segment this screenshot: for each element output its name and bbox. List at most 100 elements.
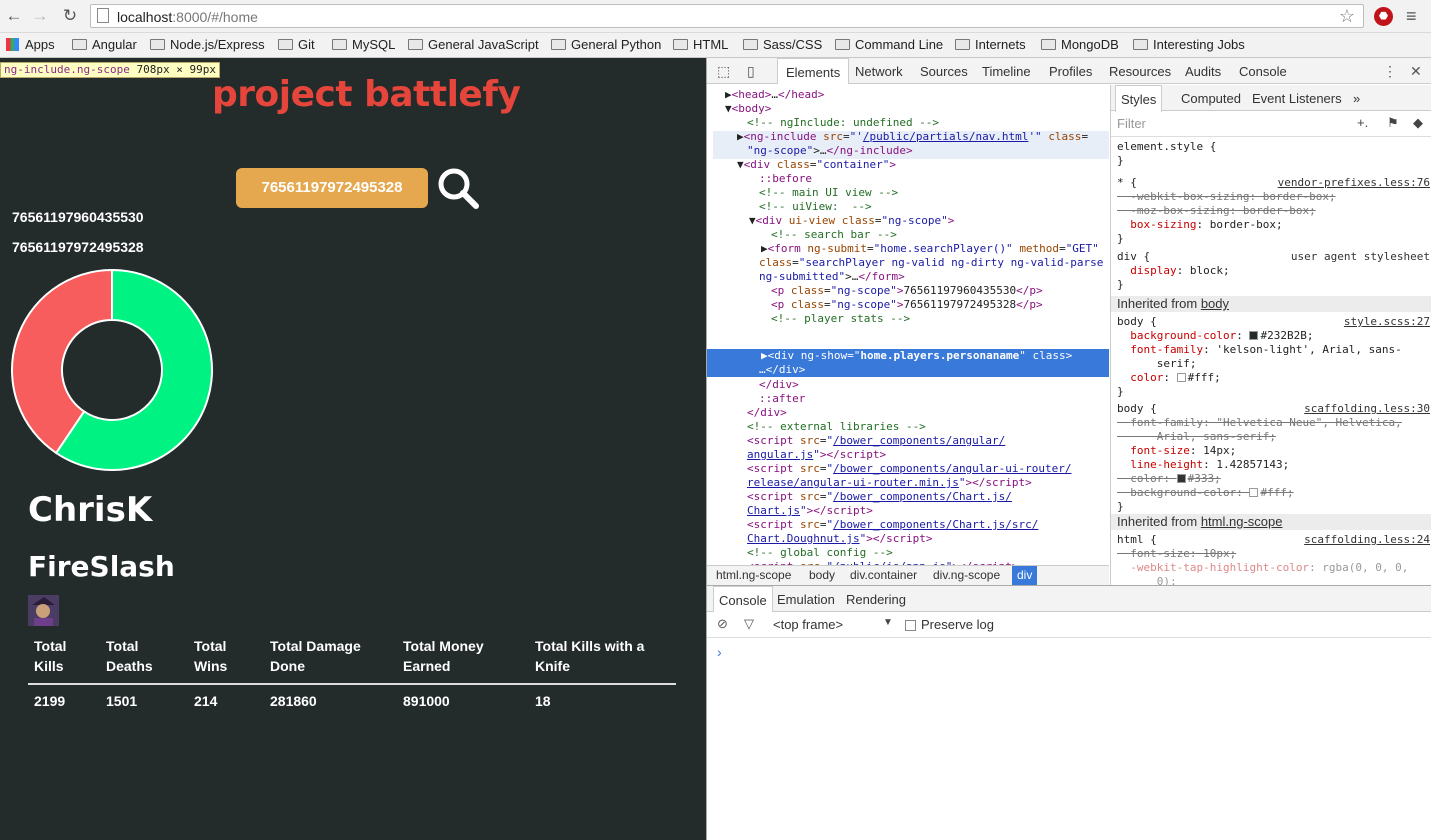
folder-icon [673, 39, 688, 50]
inspect-icon[interactable]: ⬚ [717, 63, 730, 80]
frame-select[interactable]: <top frame> [773, 617, 843, 632]
bookmark-item[interactable]: HTML [673, 37, 728, 55]
search-icon[interactable] [436, 166, 480, 210]
table-cell: 214 [194, 693, 218, 709]
stats-table: Total Kills Total Deaths Total Wins Total D… [28, 636, 676, 717]
breadcrumb-item[interactable]: body [809, 568, 835, 582]
table-cell: 281860 [270, 693, 317, 709]
bookmark-item[interactable]: General Python [551, 37, 661, 55]
elements-tree[interactable]: ▶<head>…</head> ▼<body> <!-- ngInclude: … [707, 85, 1109, 571]
tab-sources[interactable]: Sources [920, 64, 968, 79]
player-name: ChrisK [28, 490, 153, 530]
apps-icon [6, 38, 19, 51]
console-drawer: Console Emulation Rendering ⊘ ▽ <top fra… [707, 585, 1431, 840]
column-header: Total Kills with a Knife [529, 636, 676, 685]
tab-audits[interactable]: Audits [1185, 64, 1221, 79]
tab-event-listeners[interactable]: Event Listeners [1252, 91, 1342, 106]
extension-icon[interactable]: ⬣ [1374, 7, 1393, 26]
folder-icon [150, 39, 165, 50]
table-cell: 18 [535, 693, 551, 709]
player-name: FireSlash [28, 550, 175, 583]
styles-tabbar: Styles Computed Event Listeners » [1111, 85, 1431, 112]
bookmark-item[interactable]: MongoDB [1041, 37, 1119, 55]
bookmarks-bar: Apps Angular Node.js/Express Git MySQL G… [0, 33, 1431, 58]
column-header: Total Damage Done [264, 636, 397, 685]
table-cell: 1501 [106, 693, 138, 709]
bookmark-item[interactable]: Interesting Jobs [1133, 37, 1245, 55]
selected-node[interactable]: ▶<div ng-show="home.players.personaname"… [707, 349, 1109, 377]
preserve-log-label: Preserve log [921, 617, 994, 632]
tab-styles[interactable]: Styles [1115, 85, 1163, 112]
tab-network[interactable]: Network [855, 64, 903, 79]
folder-icon [332, 39, 347, 50]
pin-icon[interactable]: ⚑ [1387, 115, 1399, 131]
column-header: Total Money Earned [397, 636, 529, 685]
filter-input[interactable]: Filter [1117, 116, 1146, 131]
preserve-log-checkbox[interactable] [905, 620, 916, 631]
bookmark-apps[interactable]: Apps [6, 37, 55, 55]
web-page: project battlefy 76561197972495328 76561… [0, 58, 706, 840]
bookmark-item[interactable]: Command Line [835, 37, 943, 55]
tab-rendering[interactable]: Rendering [846, 592, 906, 607]
column-header: Total Kills [28, 636, 100, 685]
column-header: Total Deaths [100, 636, 188, 685]
folder-icon [835, 39, 850, 50]
table-header-row: Total Kills Total Deaths Total Wins Total D… [28, 636, 676, 685]
breadcrumb-item[interactable]: div.ng-scope [933, 568, 1000, 582]
tab-timeline[interactable]: Timeline [982, 64, 1031, 79]
reload-icon[interactable]: ↻ [60, 6, 80, 26]
devtools-panel: ⬚ ▯ Elements Network Sources Timeline Pr… [706, 58, 1431, 840]
bookmark-item[interactable]: Git [278, 37, 315, 55]
bookmark-item[interactable]: General JavaScript [408, 37, 539, 55]
tab-console-drawer[interactable]: Console [713, 586, 773, 612]
color-format-icon[interactable]: ◆ [1413, 115, 1423, 131]
address-bar[interactable]: localhost:8000/#/home ☆ [90, 4, 1364, 28]
breadcrumb-item[interactable]: div.container [850, 568, 917, 582]
folder-icon [1133, 39, 1148, 50]
tab-computed[interactable]: Computed [1181, 91, 1241, 106]
bookmark-item[interactable]: Internets [955, 37, 1026, 55]
breadcrumb-item[interactable]: html.ng-scope [716, 568, 791, 582]
brand-title[interactable]: project battlefy [212, 74, 521, 115]
clear-console-icon[interactable]: ⊘ [717, 616, 728, 632]
styles-pane: Styles Computed Event Listeners » Filter… [1110, 85, 1431, 585]
folder-icon [743, 39, 758, 50]
new-rule-icon[interactable]: +. [1357, 115, 1368, 130]
bookmark-item[interactable]: Sass/CSS [743, 37, 822, 55]
tab-console[interactable]: Console [1239, 64, 1287, 79]
menu-icon[interactable]: ≡ [1406, 6, 1417, 27]
more-icon[interactable]: ⋮ [1383, 63, 1397, 80]
folder-icon [72, 39, 87, 50]
filter-icon[interactable]: ▽ [744, 616, 754, 632]
folder-icon [278, 39, 293, 50]
browser-toolbar: ← → ↻ localhost:8000/#/home ☆ ⬣ ≡ [0, 0, 1431, 33]
device-mode-icon[interactable]: ▯ [747, 63, 755, 80]
console-toolbar: ⊘ ▽ <top frame> ▼ Preserve log [707, 612, 1431, 638]
search-input[interactable]: 76561197972495328 [236, 168, 428, 208]
bookmark-item[interactable]: Node.js/Express [150, 37, 265, 55]
url-text: localhost:8000/#/home [117, 9, 258, 25]
bookmark-star-icon[interactable]: ☆ [1339, 5, 1355, 27]
page-icon [97, 8, 109, 23]
inspect-tooltip: ng-include.ng-scope 708px × 99px [0, 62, 220, 78]
tab-resources[interactable]: Resources [1109, 64, 1171, 79]
folder-icon [408, 39, 423, 50]
table-row: 2199 1501 214 281860 891000 18 [28, 684, 676, 717]
bookmark-item[interactable]: Angular [72, 37, 137, 55]
folder-icon [551, 39, 566, 50]
bookmark-item[interactable]: MySQL [332, 37, 395, 55]
tab-elements[interactable]: Elements [777, 58, 850, 84]
drawer-tabbar: Console Emulation Rendering [707, 586, 1431, 612]
table-cell: 2199 [34, 693, 66, 709]
breadcrumb-item[interactable]: div [1012, 566, 1038, 585]
tab-profiles[interactable]: Profiles [1049, 64, 1092, 79]
styles-filter[interactable]: Filter +. ⚑ ◆ [1111, 111, 1431, 137]
tab-more[interactable]: » [1353, 91, 1360, 106]
avatar [28, 595, 59, 626]
back-icon[interactable]: ← [4, 6, 24, 26]
forward-icon[interactable]: → [30, 6, 50, 26]
chevron-down-icon[interactable]: ▼ [883, 617, 893, 628]
close-icon[interactable]: ✕ [1410, 63, 1422, 80]
console-prompt[interactable]: › [717, 644, 722, 660]
tab-emulation[interactable]: Emulation [777, 592, 835, 607]
